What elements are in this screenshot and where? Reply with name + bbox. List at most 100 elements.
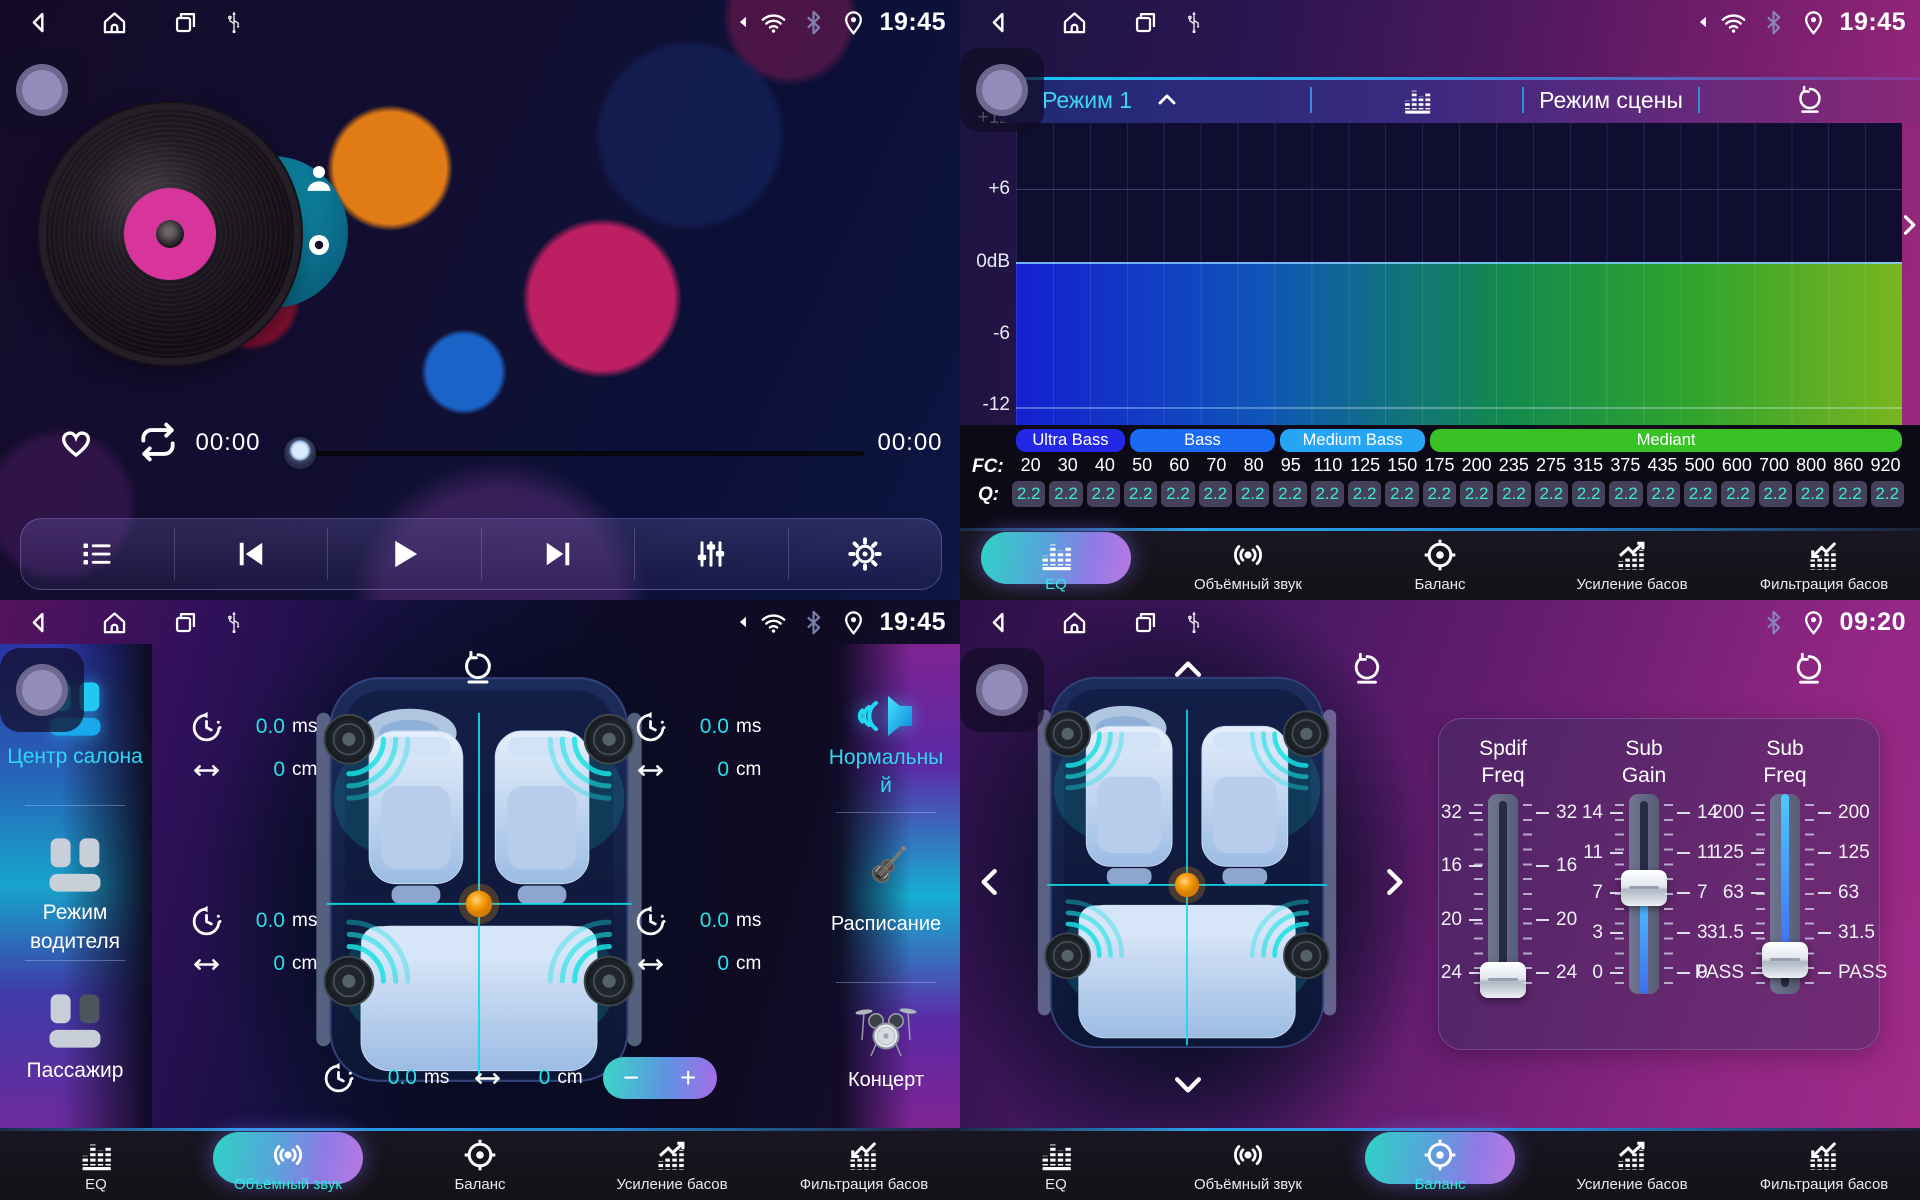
- preset-schedule-label[interactable]: Расписание: [812, 910, 960, 939]
- scene-mode-button[interactable]: Режим сцены: [1524, 87, 1698, 114]
- slider-thumb[interactable]: [1621, 870, 1667, 906]
- eq-curve-graph[interactable]: [1016, 110, 1902, 425]
- back-button[interactable]: [26, 9, 53, 36]
- tab-bass-filter[interactable]: Фильтрация басов: [1728, 528, 1920, 600]
- tab-eq[interactable]: EQ: [0, 1128, 192, 1200]
- band-chip-ultra-bass[interactable]: Ultra Bass: [1016, 429, 1125, 452]
- band-chip-mediant[interactable]: Mediant: [1430, 429, 1902, 452]
- tab-eq[interactable]: EQ: [960, 1128, 1152, 1200]
- tab-bass-filter[interactable]: Фильтрация басов: [1728, 1128, 1920, 1200]
- tab-bass-filter[interactable]: Фильтрация басов: [768, 1128, 960, 1200]
- home-button[interactable]: [101, 9, 128, 36]
- q-value-chip[interactable]: 2.2: [1535, 481, 1568, 507]
- position-driver-label[interactable]: Режим водителя: [0, 898, 150, 956]
- next-track-button[interactable]: [482, 519, 635, 589]
- tab-balance[interactable]: Баланс: [1344, 1128, 1536, 1200]
- q-value-chip[interactable]: 2.2: [1871, 481, 1904, 507]
- reset-icon[interactable]: [460, 650, 496, 686]
- next-page-chevron[interactable]: [1894, 210, 1920, 240]
- sub-gain-slider[interactable]: [1629, 794, 1659, 994]
- q-value-chip[interactable]: 2.2: [1721, 481, 1754, 507]
- q-value-chip[interactable]: 2.2: [1348, 481, 1381, 507]
- playlist-button[interactable]: [21, 519, 174, 589]
- band-chip-bass[interactable]: Bass: [1130, 429, 1275, 452]
- tab-bass-boost[interactable]: Усиление басов: [1536, 528, 1728, 600]
- band-chip-medium-bass[interactable]: Medium Bass: [1280, 429, 1425, 452]
- q-value-chip[interactable]: 2.2: [1385, 481, 1418, 507]
- preset-concert-label[interactable]: Концерт: [828, 1066, 944, 1095]
- recents-button[interactable]: [172, 609, 199, 636]
- home-button[interactable]: [1061, 609, 1088, 636]
- slider-thumb[interactable]: [1762, 942, 1808, 978]
- recents-button[interactable]: [1132, 609, 1159, 636]
- q-value-chip[interactable]: 2.2: [1423, 481, 1456, 507]
- eq-reset-button[interactable]: [1700, 85, 1920, 115]
- home-button[interactable]: [1061, 9, 1088, 36]
- q-value-chip[interactable]: 2.2: [1012, 481, 1045, 507]
- preset-schedule-icon[interactable]: [856, 838, 916, 898]
- q-value-chip[interactable]: 2.2: [1796, 481, 1829, 507]
- q-value-chip[interactable]: 2.2: [1236, 481, 1269, 507]
- settings-button[interactable]: [789, 519, 942, 589]
- play-button[interactable]: [328, 519, 481, 589]
- q-value-chip[interactable]: 2.2: [1572, 481, 1605, 507]
- q-value-chip[interactable]: 2.2: [1199, 481, 1232, 507]
- position-driver-icon[interactable]: [44, 834, 106, 896]
- spdif-freq-slider[interactable]: [1488, 794, 1518, 994]
- position-passenger-icon[interactable]: [44, 990, 106, 1052]
- q-value-chip[interactable]: 2.2: [1497, 481, 1530, 507]
- q-value-chip[interactable]: 2.2: [1833, 481, 1866, 507]
- tab-balance[interactable]: Баланс: [1344, 528, 1536, 600]
- preset-normal-label[interactable]: Нормальный: [828, 744, 944, 800]
- q-value-chip[interactable]: 2.2: [1049, 481, 1082, 507]
- preset-concert-icon[interactable]: [854, 998, 918, 1062]
- q-value-chip[interactable]: 2.2: [1161, 481, 1194, 507]
- repeat-button[interactable]: [136, 420, 180, 464]
- back-button[interactable]: [986, 9, 1013, 36]
- delay-minus-button[interactable]: −: [603, 1058, 660, 1098]
- tab-surround[interactable]: Объёмный звук: [192, 1128, 384, 1200]
- tab-surround[interactable]: Объёмный звук: [1152, 1128, 1344, 1200]
- assistive-floating-button[interactable]: [0, 648, 84, 732]
- q-value-chip[interactable]: 2.2: [1124, 481, 1157, 507]
- back-button[interactable]: [986, 609, 1013, 636]
- q-value-chip[interactable]: 2.2: [1273, 481, 1306, 507]
- move-focus-left-button[interactable]: [970, 862, 1010, 902]
- back-button[interactable]: [26, 609, 53, 636]
- q-value-chip[interactable]: 2.2: [1087, 481, 1120, 507]
- equalizer-button[interactable]: [635, 519, 788, 589]
- move-focus-up-button[interactable]: [1168, 650, 1208, 690]
- assistive-floating-button[interactable]: [960, 648, 1044, 732]
- move-focus-down-button[interactable]: [1168, 1064, 1208, 1104]
- eq-tab-indicator[interactable]: [1312, 84, 1522, 116]
- q-value-chip[interactable]: 2.2: [1759, 481, 1792, 507]
- move-focus-right-button[interactable]: [1374, 862, 1414, 902]
- assistive-floating-button[interactable]: [960, 48, 1044, 132]
- q-value-chip[interactable]: 2.2: [1684, 481, 1717, 507]
- tab-eq[interactable]: EQ: [960, 528, 1152, 600]
- reset-icon[interactable]: [1350, 652, 1384, 686]
- q-value-chip[interactable]: 2.2: [1311, 481, 1344, 507]
- tab-balance[interactable]: Баланс: [384, 1128, 576, 1200]
- home-button[interactable]: [101, 609, 128, 636]
- reset-sliders-icon[interactable]: [1792, 652, 1826, 686]
- q-value-chip[interactable]: 2.2: [1647, 481, 1680, 507]
- tab-bass-boost[interactable]: Усиление басов: [576, 1128, 768, 1200]
- preset-normal-icon[interactable]: [854, 684, 918, 748]
- tab-bass-boost[interactable]: Усиление басов: [1536, 1128, 1728, 1200]
- position-passenger-label[interactable]: Пассажир: [0, 1056, 150, 1085]
- assistive-floating-button[interactable]: [0, 48, 84, 132]
- q-value-chip[interactable]: 2.2: [1609, 481, 1642, 507]
- favorite-button[interactable]: [56, 422, 96, 462]
- delay-plus-button[interactable]: +: [660, 1058, 717, 1098]
- q-value-chip[interactable]: 2.2: [1460, 481, 1493, 507]
- previous-track-button[interactable]: [175, 519, 328, 589]
- recents-button[interactable]: [172, 9, 199, 36]
- recents-button[interactable]: [1132, 9, 1159, 36]
- slider-thumb[interactable]: [1480, 962, 1526, 998]
- tab-surround[interactable]: Объёмный звук: [1152, 528, 1344, 600]
- position-center-label[interactable]: Центр салона: [0, 742, 150, 771]
- seek-bar[interactable]: [292, 451, 864, 456]
- sub-freq-slider[interactable]: [1770, 794, 1800, 994]
- seek-thumb[interactable]: [284, 437, 316, 469]
